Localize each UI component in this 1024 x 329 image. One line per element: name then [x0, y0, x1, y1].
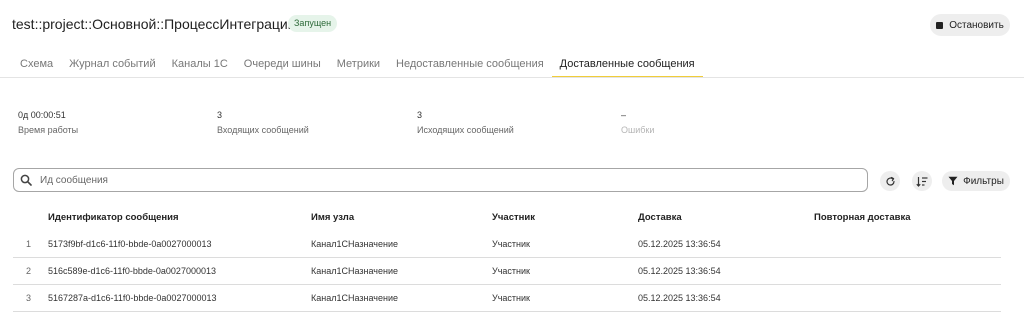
column-header-redelivery[interactable]: Повторная доставка	[814, 212, 911, 223]
participant: Участник	[492, 293, 530, 303]
stat-errors-label: Ошибки	[621, 125, 655, 135]
refresh-icon	[885, 176, 895, 186]
stop-icon	[936, 21, 944, 29]
stat-incoming-value: 3	[217, 110, 223, 120]
row-number: 1	[26, 239, 32, 249]
page-title: test::project::Основной::ПроцессИнтеграц…	[12, 16, 296, 32]
column-header-participant[interactable]: Участник	[492, 212, 535, 223]
stat-incoming: 3 Входящих сообщений	[217, 110, 309, 137]
message-id: 5173f9bf-d1c6-11f0-bbde-0a0027000013	[48, 239, 212, 249]
table-row[interactable]: 1 5173f9bf-d1c6-11f0-bbde-0a0027000013 К…	[13, 231, 1001, 258]
tab-delivered-messages[interactable]: Доставленные сообщения	[551, 52, 703, 78]
row-number: 3	[26, 293, 32, 303]
page-header: test::project::Основной::ПроцессИнтеграц…	[0, 0, 1024, 48]
stat-uptime-label: Время работы	[18, 125, 79, 135]
table-row[interactable]: 2 516c589e-d1c6-11f0-bbde-0a0027000013 К…	[13, 258, 1001, 285]
node-name: Канал1СНазначение	[311, 293, 398, 303]
column-header-node-name[interactable]: Имя узла	[311, 212, 354, 223]
stat-outgoing: 3 Исходящих сообщений	[417, 110, 514, 137]
tab-undelivered-messages[interactable]: Недоставленные сообщения	[388, 52, 552, 77]
refresh-button[interactable]	[880, 171, 900, 191]
tab-bar: Схема Журнал событий Каналы 1С Очереди ш…	[12, 52, 703, 78]
stat-outgoing-label: Исходящих сообщений	[417, 125, 514, 135]
table-row[interactable]: 3 5167287a-d1c6-11f0-bbde-0a0027000013 К…	[13, 285, 1001, 312]
stop-button[interactable]: Остановить	[930, 14, 1010, 36]
search-icon	[20, 174, 32, 186]
stat-incoming-label: Входящих сообщений	[217, 125, 309, 135]
tabs-divider	[0, 77, 1024, 78]
participant: Участник	[492, 239, 530, 249]
sort-button[interactable]	[912, 171, 932, 191]
filters-button-label: Фильтры	[963, 175, 1004, 187]
tab-scheme[interactable]: Схема	[12, 52, 61, 77]
sort-icon	[916, 176, 928, 187]
participant: Участник	[492, 266, 530, 276]
search-input[interactable]	[38, 173, 842, 187]
column-header-delivery[interactable]: Доставка	[638, 212, 682, 223]
tab-bus-queues[interactable]: Очереди шины	[236, 52, 329, 77]
message-id: 5167287a-d1c6-11f0-bbde-0a0027000013	[48, 293, 217, 303]
node-name: Канал1СНазначение	[311, 266, 398, 276]
status-badge: Запущен	[288, 15, 338, 32]
message-id: 516c589e-d1c6-11f0-bbde-0a0027000013	[48, 266, 216, 276]
stat-errors: – Ошибки	[621, 110, 654, 137]
search-box	[13, 168, 868, 192]
filter-icon	[948, 176, 958, 186]
column-header-message-id[interactable]: Идентификатор сообщения	[48, 212, 179, 223]
filters-button[interactable]: Фильтры	[942, 171, 1010, 191]
delivery-time: 05.12.2025 13:36:54	[638, 293, 721, 303]
stat-errors-value: –	[621, 110, 627, 120]
tab-1c-channels[interactable]: Каналы 1С	[164, 52, 236, 77]
node-name: Канал1СНазначение	[311, 239, 398, 249]
row-number: 2	[26, 266, 32, 276]
tab-event-log[interactable]: Журнал событий	[61, 52, 163, 77]
delivery-time: 05.12.2025 13:36:54	[638, 239, 721, 249]
stat-uptime: 0д 00:00:51 Время работы	[18, 110, 78, 137]
tab-metrics[interactable]: Метрики	[329, 52, 388, 77]
delivery-time: 05.12.2025 13:36:54	[638, 266, 721, 276]
stat-outgoing-value: 3	[417, 110, 423, 120]
stop-button-label: Остановить	[949, 19, 1004, 31]
stat-uptime-value: 0д 00:00:51	[18, 110, 66, 120]
